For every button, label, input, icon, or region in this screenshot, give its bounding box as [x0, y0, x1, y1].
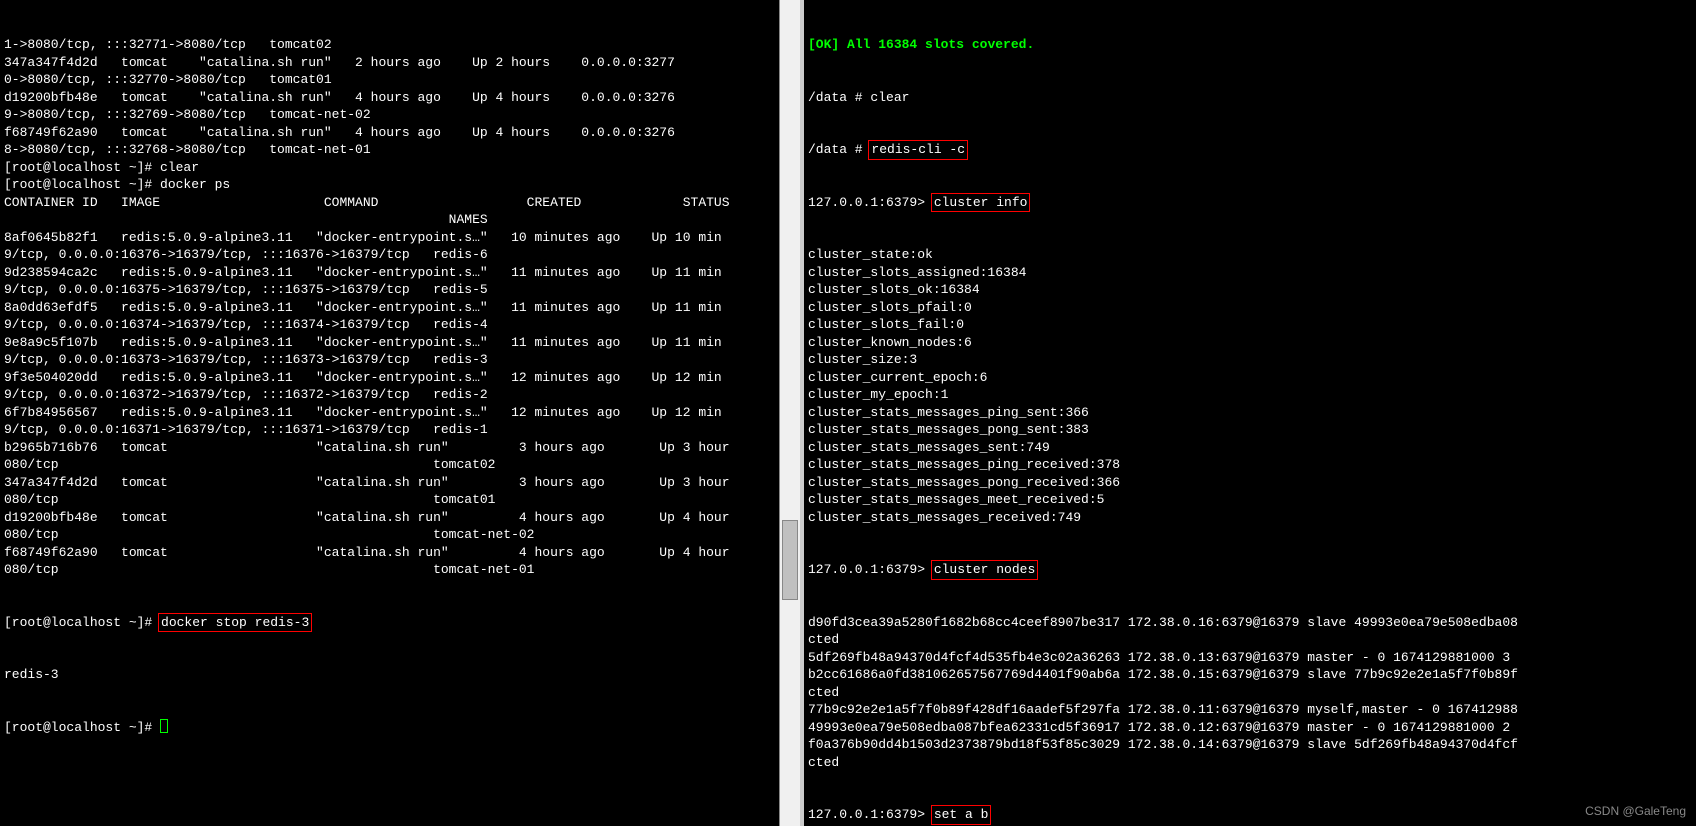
- left-scrollbar[interactable]: [780, 0, 800, 826]
- set-highlight: set a b: [931, 805, 992, 825]
- node-line: b2cc61686a0fd381062657567769d4401f90ab6a…: [808, 666, 1692, 684]
- node-line: cted: [808, 631, 1692, 649]
- node-line: cted: [808, 684, 1692, 702]
- info-line: cluster_stats_messages_pong_received:366: [808, 474, 1692, 492]
- info-line: cluster_stats_messages_received:749: [808, 509, 1692, 527]
- terminal-line: NAMES: [4, 211, 775, 229]
- cluster-info-line: 127.0.0.1:6379> cluster info: [808, 194, 1692, 212]
- left-output: 1->8080/tcp, :::32771->8080/tcp tomcat02…: [4, 36, 775, 579]
- terminal-line: 9/tcp, 0.0.0.0:16372->16379/tcp, :::1637…: [4, 386, 775, 404]
- docker-stop-line: [root@localhost ~]# docker stop redis-3: [4, 614, 775, 632]
- cluster-nodes-line: 127.0.0.1:6379> cluster nodes: [808, 561, 1692, 579]
- info-line: cluster_stats_messages_meet_received:5: [808, 491, 1692, 509]
- info-line: cluster_slots_ok:16384: [808, 281, 1692, 299]
- terminal-line: 080/tcp tomcat-net-01: [4, 561, 775, 579]
- info-line: cluster_slots_fail:0: [808, 316, 1692, 334]
- info-line: cluster_stats_messages_sent:749: [808, 439, 1692, 457]
- terminal-line: 347a347f4d2d tomcat "catalina.sh run" 2 …: [4, 54, 775, 72]
- info-line: cluster_current_epoch:6: [808, 369, 1692, 387]
- terminal-line: f68749f62a90 tomcat "catalina.sh run" 4 …: [4, 124, 775, 142]
- terminal-line: 6f7b84956567 redis:5.0.9-alpine3.11 "doc…: [4, 404, 775, 422]
- terminal-line: [root@localhost ~]# clear: [4, 159, 775, 177]
- info-line: cluster_state:ok: [808, 246, 1692, 264]
- terminal-line: 9e8a9c5f107b redis:5.0.9-alpine3.11 "doc…: [4, 334, 775, 352]
- node-line: f0a376b90dd4b1503d2373879bd18f53f85c3029…: [808, 736, 1692, 754]
- terminal-line: 9d238594ca2c redis:5.0.9-alpine3.11 "doc…: [4, 264, 775, 282]
- terminal-line: 9/tcp, 0.0.0.0:16375->16379/tcp, :::1637…: [4, 281, 775, 299]
- terminal-line: 347a347f4d2d tomcat "catalina.sh run" 3 …: [4, 474, 775, 492]
- terminal-line: 9->8080/tcp, :::32769->8080/tcp tomcat-n…: [4, 106, 775, 124]
- terminal-line: 0->8080/tcp, :::32770->8080/tcp tomcat01: [4, 71, 775, 89]
- info-line: cluster_stats_messages_pong_sent:383: [808, 421, 1692, 439]
- clear-line: /data # clear: [808, 89, 1692, 107]
- info-line: cluster_known_nodes:6: [808, 334, 1692, 352]
- info-line: cluster_slots_pfail:0: [808, 299, 1692, 317]
- node-line: 5df269fb48a94370d4fcf4d535fb4e3c02a36263…: [808, 649, 1692, 667]
- scroll-thumb[interactable]: [782, 520, 798, 600]
- info-line: cluster_my_epoch:1: [808, 386, 1692, 404]
- node-line: d90fd3cea39a5280f1682b68cc4ceef8907be317…: [808, 614, 1692, 632]
- terminal-line: 080/tcp tomcat-net-02: [4, 526, 775, 544]
- terminal-line: CONTAINER ID IMAGE COMMAND CREATED STATU…: [4, 194, 775, 212]
- terminal-line: 080/tcp tomcat01: [4, 491, 775, 509]
- redis-cli-highlight: redis-cli -c: [868, 140, 968, 160]
- right-terminal[interactable]: [OK] All 16384 slots covered. /data # cl…: [804, 0, 1696, 826]
- info-line: cluster_size:3: [808, 351, 1692, 369]
- terminal-line: d19200bfb48e tomcat "catalina.sh run" 4 …: [4, 509, 775, 527]
- terminal-line: 8->8080/tcp, :::32768->8080/tcp tomcat-n…: [4, 141, 775, 159]
- info-line: cluster_stats_messages_ping_sent:366: [808, 404, 1692, 422]
- terminal-line: b2965b716b76 tomcat "catalina.sh run" 3 …: [4, 439, 775, 457]
- cluster-info-output: cluster_state:okcluster_slots_assigned:1…: [808, 246, 1692, 526]
- terminal-line: 1->8080/tcp, :::32771->8080/tcp tomcat02: [4, 36, 775, 54]
- left-terminal[interactable]: 1->8080/tcp, :::32771->8080/tcp tomcat02…: [0, 0, 780, 826]
- terminal-line: 9/tcp, 0.0.0.0:16373->16379/tcp, :::1637…: [4, 351, 775, 369]
- terminal-line: d19200bfb48e tomcat "catalina.sh run" 4 …: [4, 89, 775, 107]
- node-line: 77b9c92e2e1a5f7f0b89f428df16aadef5f297fa…: [808, 701, 1692, 719]
- info-line: cluster_stats_messages_ping_received:378: [808, 456, 1692, 474]
- terminal-line: 9/tcp, 0.0.0.0:16371->16379/tcp, :::1637…: [4, 421, 775, 439]
- terminal-line: 8a0dd63efdf5 redis:5.0.9-alpine3.11 "doc…: [4, 299, 775, 317]
- terminal-line: 080/tcp tomcat02: [4, 456, 775, 474]
- terminal-line: 9f3e504020dd redis:5.0.9-alpine3.11 "doc…: [4, 369, 775, 387]
- node-line: cted: [808, 754, 1692, 772]
- ok-line: [OK] All 16384 slots covered.: [808, 36, 1692, 54]
- terminal-line: 9/tcp, 0.0.0.0:16376->16379/tcp, :::1637…: [4, 246, 775, 264]
- terminal-line: 8af0645b82f1 redis:5.0.9-alpine3.11 "doc…: [4, 229, 775, 247]
- prompt-line[interactable]: [root@localhost ~]#: [4, 719, 775, 737]
- watermark: CSDN @GaleTeng: [1585, 803, 1686, 821]
- cluster-nodes-output: d90fd3cea39a5280f1682b68cc4ceef8907be317…: [808, 614, 1692, 772]
- terminal-line: 9/tcp, 0.0.0.0:16374->16379/tcp, :::1637…: [4, 316, 775, 334]
- terminal-line: [root@localhost ~]# docker ps: [4, 176, 775, 194]
- cursor-icon: [160, 719, 168, 733]
- info-line: cluster_slots_assigned:16384: [808, 264, 1692, 282]
- terminal-line: f68749f62a90 tomcat "catalina.sh run" 4 …: [4, 544, 775, 562]
- redis-cli-line-1: /data # redis-cli -c: [808, 141, 1692, 159]
- docker-stop-highlight: docker stop redis-3: [158, 613, 312, 633]
- node-line: 49993e0ea79e508edba087bfea62331cd5f36917…: [808, 719, 1692, 737]
- docker-stop-result: redis-3: [4, 666, 775, 684]
- set-line: 127.0.0.1:6379> set a b: [808, 806, 1692, 824]
- cluster-nodes-highlight: cluster nodes: [931, 560, 1038, 580]
- cluster-info-highlight: cluster info: [931, 193, 1031, 213]
